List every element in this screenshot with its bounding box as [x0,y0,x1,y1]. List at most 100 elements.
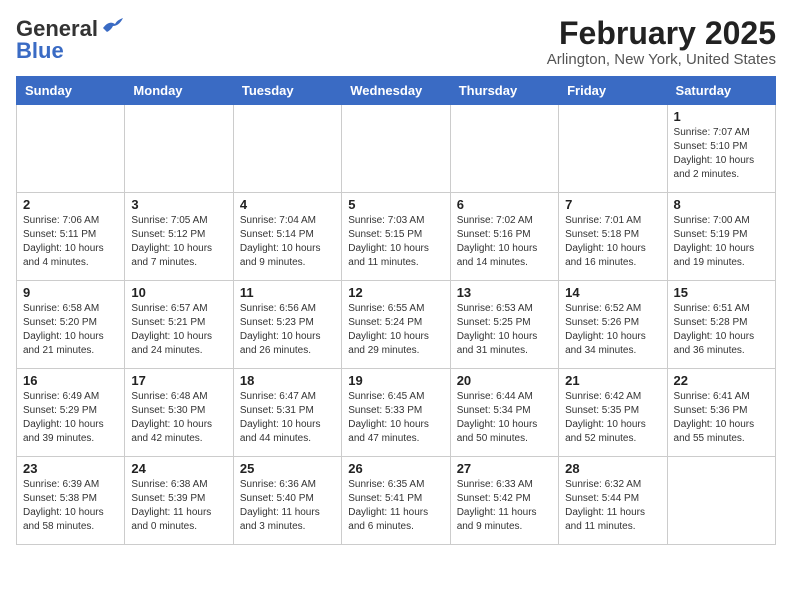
weekday-header-row: SundayMondayTuesdayWednesdayThursdayFrid… [17,77,776,105]
day-info: Sunrise: 6:52 AM Sunset: 5:26 PM Dayligh… [565,302,660,358]
title-area: February 2025 Arlington, New York, Unite… [547,16,776,68]
calendar-cell: 17Sunrise: 6:48 AM Sunset: 5:30 PM Dayli… [125,369,233,457]
day-number: 9 [23,285,118,300]
calendar-cell: 9 Sunrise: 6:58 AM Sunset: 5:20 PM Daylig… [17,281,125,369]
calendar-cell: 18 Sunrise: 6:47 AM Sunset: 5:31 PM Dayli… [233,369,341,457]
day-number: 27 [457,461,552,476]
calendar-cell: 24 Sunrise: 6:38 AM Sunset: 5:39 PM Dayli… [125,457,233,545]
calendar-cell: 28Sunrise: 6:32 AM Sunset: 5:44 PM Dayli… [559,457,667,545]
logo-blue: Blue [16,38,64,64]
day-number: 26 [348,461,443,476]
day-info: Sunrise: 7:00 AM Sunset: 5:19 PM Dayligh… [674,214,769,270]
calendar-cell: 2 Sunrise: 7:06 AM Sunset: 5:11 PM Daylig… [17,193,125,281]
day-number: 10 [131,285,226,300]
day-info: Sunrise: 6:48 AM Sunset: 5:30 PM Dayligh… [131,390,226,446]
logo-bird-icon [101,18,123,36]
calendar-cell: 1 Sunrise: 7:07 AM Sunset: 5:10 PM Daylig… [667,105,775,193]
calendar-table: SundayMondayTuesdayWednesdayThursdayFrid… [16,76,776,545]
day-info: Sunrise: 7:07 AM Sunset: 5:10 PM Dayligh… [674,126,769,182]
day-info: Sunrise: 6:44 AM Sunset: 5:34 PM Dayligh… [457,390,552,446]
day-number: 15 [674,285,769,300]
calendar-cell: 21Sunrise: 6:42 AM Sunset: 5:35 PM Dayli… [559,369,667,457]
weekday-header-sunday: Sunday [17,77,125,105]
calendar-cell: 20 Sunrise: 6:44 AM Sunset: 5:34 PM Dayli… [450,369,558,457]
logo: General Blue [16,16,123,64]
day-number: 8 [674,197,769,212]
calendar-cell [233,105,341,193]
calendar-cell: 23Sunrise: 6:39 AM Sunset: 5:38 PM Dayli… [17,457,125,545]
day-number: 1 [674,109,769,124]
calendar-cell: 11 Sunrise: 6:56 AM Sunset: 5:23 PM Dayli… [233,281,341,369]
calendar-cell: 5 Sunrise: 7:03 AM Sunset: 5:15 PM Daylig… [342,193,450,281]
day-number: 7 [565,197,660,212]
day-number: 20 [457,373,552,388]
calendar-week-row-3: 9 Sunrise: 6:58 AM Sunset: 5:20 PM Daylig… [17,281,776,369]
day-number: 14 [565,285,660,300]
day-info: Sunrise: 7:02 AM Sunset: 5:16 PM Dayligh… [457,214,552,270]
calendar-week-row-4: 16 Sunrise: 6:49 AM Sunset: 5:29 PM Dayli… [17,369,776,457]
weekday-header-tuesday: Tuesday [233,77,341,105]
calendar-cell [17,105,125,193]
calendar-week-row-2: 2 Sunrise: 7:06 AM Sunset: 5:11 PM Daylig… [17,193,776,281]
month-title: February 2025 [547,16,776,51]
day-number: 2 [23,197,118,212]
calendar-cell: 8 Sunrise: 7:00 AM Sunset: 5:19 PM Daylig… [667,193,775,281]
weekday-header-monday: Monday [125,77,233,105]
calendar-cell [667,457,775,545]
day-info: Sunrise: 6:53 AM Sunset: 5:25 PM Dayligh… [457,302,552,358]
calendar-week-row-5: 23Sunrise: 6:39 AM Sunset: 5:38 PM Dayli… [17,457,776,545]
day-info: Sunrise: 6:38 AM Sunset: 5:39 PM Dayligh… [131,478,226,534]
day-info: Sunrise: 6:56 AM Sunset: 5:23 PM Dayligh… [240,302,335,358]
calendar-cell [559,105,667,193]
day-info: Sunrise: 6:42 AM Sunset: 5:35 PM Dayligh… [565,390,660,446]
day-number: 11 [240,285,335,300]
day-info: Sunrise: 6:41 AM Sunset: 5:36 PM Dayligh… [674,390,769,446]
calendar-cell [450,105,558,193]
calendar-cell: 12 Sunrise: 6:55 AM Sunset: 5:24 PM Dayli… [342,281,450,369]
calendar-cell: 14 Sunrise: 6:52 AM Sunset: 5:26 PM Dayli… [559,281,667,369]
day-number: 22 [674,373,769,388]
day-number: 4 [240,197,335,212]
calendar-cell: 27Sunrise: 6:33 AM Sunset: 5:42 PM Dayli… [450,457,558,545]
calendar-cell: 25Sunrise: 6:36 AM Sunset: 5:40 PM Dayli… [233,457,341,545]
day-number: 6 [457,197,552,212]
day-number: 16 [23,373,118,388]
day-info: Sunrise: 6:49 AM Sunset: 5:29 PM Dayligh… [23,390,118,446]
day-info: Sunrise: 7:04 AM Sunset: 5:14 PM Dayligh… [240,214,335,270]
calendar-cell: 22 Sunrise: 6:41 AM Sunset: 5:36 PM Dayli… [667,369,775,457]
calendar-cell: 16 Sunrise: 6:49 AM Sunset: 5:29 PM Dayli… [17,369,125,457]
day-info: Sunrise: 6:51 AM Sunset: 5:28 PM Dayligh… [674,302,769,358]
calendar-cell [125,105,233,193]
day-number: 3 [131,197,226,212]
calendar-cell: 7 Sunrise: 7:01 AM Sunset: 5:18 PM Daylig… [559,193,667,281]
day-number: 23 [23,461,118,476]
day-info: Sunrise: 7:05 AM Sunset: 5:12 PM Dayligh… [131,214,226,270]
day-info: Sunrise: 6:47 AM Sunset: 5:31 PM Dayligh… [240,390,335,446]
location: Arlington, New York, United States [547,51,776,68]
day-info: Sunrise: 7:03 AM Sunset: 5:15 PM Dayligh… [348,214,443,270]
day-number: 24 [131,461,226,476]
day-number: 18 [240,373,335,388]
day-number: 25 [240,461,335,476]
calendar-cell: 4 Sunrise: 7:04 AM Sunset: 5:14 PM Daylig… [233,193,341,281]
calendar-cell: 26 Sunrise: 6:35 AM Sunset: 5:41 PM Dayli… [342,457,450,545]
day-number: 5 [348,197,443,212]
weekday-header-wednesday: Wednesday [342,77,450,105]
page-header: General Blue February 2025 Arlington, Ne… [16,16,776,68]
day-info: Sunrise: 7:01 AM Sunset: 5:18 PM Dayligh… [565,214,660,270]
weekday-header-thursday: Thursday [450,77,558,105]
weekday-header-friday: Friday [559,77,667,105]
day-info: Sunrise: 6:58 AM Sunset: 5:20 PM Dayligh… [23,302,118,358]
day-number: 28 [565,461,660,476]
day-number: 13 [457,285,552,300]
day-number: 12 [348,285,443,300]
day-info: Sunrise: 6:55 AM Sunset: 5:24 PM Dayligh… [348,302,443,358]
calendar-cell: 10Sunrise: 6:57 AM Sunset: 5:21 PM Dayli… [125,281,233,369]
day-info: Sunrise: 7:06 AM Sunset: 5:11 PM Dayligh… [23,214,118,270]
day-info: Sunrise: 6:35 AM Sunset: 5:41 PM Dayligh… [348,478,443,534]
calendar-cell: 6 Sunrise: 7:02 AM Sunset: 5:16 PM Daylig… [450,193,558,281]
calendar-cell [342,105,450,193]
weekday-header-saturday: Saturday [667,77,775,105]
calendar-cell: 15 Sunrise: 6:51 AM Sunset: 5:28 PM Dayli… [667,281,775,369]
calendar-cell: 19Sunrise: 6:45 AM Sunset: 5:33 PM Dayli… [342,369,450,457]
